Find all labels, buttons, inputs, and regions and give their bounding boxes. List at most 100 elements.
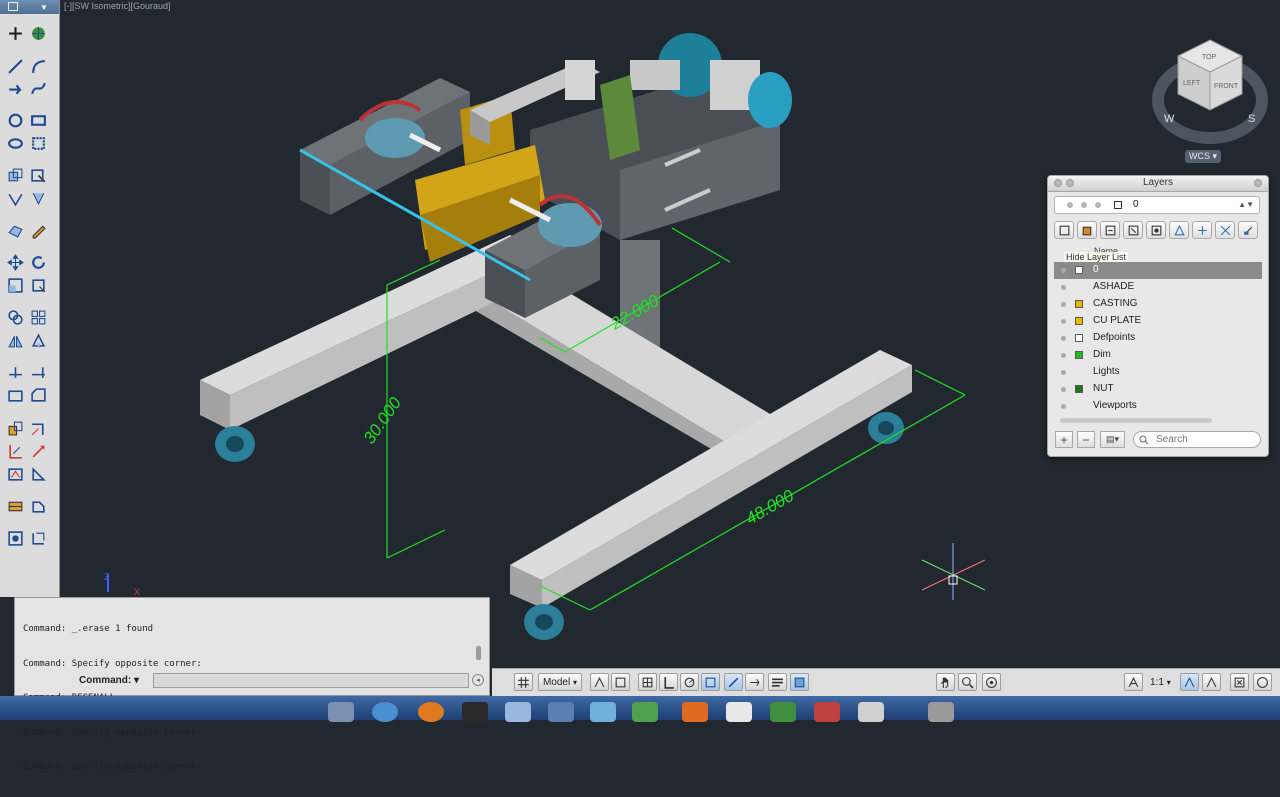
layer-status-icon[interactable] bbox=[1061, 285, 1066, 290]
ellipse-tool-icon[interactable] bbox=[5, 133, 25, 153]
move-tool-icon[interactable] bbox=[5, 252, 25, 272]
layer-states-icon[interactable] bbox=[1054, 221, 1074, 239]
spline-tool-icon[interactable] bbox=[28, 78, 48, 98]
mirror-tool-icon[interactable] bbox=[5, 330, 25, 350]
polar-tracking-icon[interactable] bbox=[680, 673, 699, 691]
mtext-tool-icon[interactable] bbox=[28, 496, 48, 516]
viewcube-left-face[interactable]: LEFT bbox=[1183, 80, 1201, 87]
layers-titlebar[interactable]: Layers bbox=[1048, 176, 1268, 192]
set-current-icon[interactable] bbox=[1077, 221, 1097, 239]
snap-tracking-icon[interactable] bbox=[724, 673, 743, 691]
command-input[interactable] bbox=[153, 673, 469, 688]
stretch-tool-icon[interactable] bbox=[28, 275, 48, 295]
layer-color-swatch[interactable] bbox=[1075, 351, 1083, 359]
new-layer-button[interactable]: + bbox=[1055, 431, 1073, 448]
rotate-tool-icon[interactable] bbox=[28, 252, 48, 272]
radius-dim-icon[interactable] bbox=[28, 464, 48, 484]
layer-options-button[interactable]: ▤▾ bbox=[1100, 431, 1125, 448]
compass-west[interactable]: W bbox=[1164, 113, 1175, 125]
safari-dock-icon[interactable] bbox=[372, 702, 398, 722]
delete-layer-button[interactable]: − bbox=[1077, 431, 1095, 448]
snap-icon[interactable] bbox=[590, 673, 609, 691]
layer-status-icon[interactable] bbox=[1061, 387, 1066, 392]
command-options-icon[interactable]: ◂ bbox=[472, 674, 484, 686]
layer-row[interactable]: Defpoints bbox=[1054, 330, 1262, 347]
viewcube[interactable]: TOP LEFT FRONT W S bbox=[1150, 30, 1270, 170]
match-properties-icon[interactable] bbox=[28, 528, 48, 548]
layer-match-icon[interactable] bbox=[1100, 221, 1120, 239]
globe-tool-icon[interactable] bbox=[28, 23, 48, 43]
movie-dock-icon[interactable] bbox=[462, 702, 488, 722]
preview-dock-icon[interactable] bbox=[505, 702, 531, 722]
app-dock-icon[interactable] bbox=[632, 702, 658, 722]
lineweight-icon[interactable] bbox=[768, 673, 787, 691]
fillet-tool-icon[interactable] bbox=[28, 418, 48, 438]
line-tool-icon[interactable] bbox=[5, 56, 25, 76]
layer-lock-tool-icon[interactable] bbox=[1238, 221, 1258, 239]
rectangle-tool-icon[interactable] bbox=[28, 110, 48, 130]
chamfer-tool-icon[interactable] bbox=[28, 385, 48, 405]
point-tool-icon[interactable] bbox=[5, 23, 25, 43]
polygon-tool-icon[interactable] bbox=[28, 133, 48, 153]
clean-screen-icon[interactable] bbox=[1230, 673, 1249, 691]
annotation-scale-icon[interactable] bbox=[1124, 673, 1143, 691]
layer-status-icon[interactable] bbox=[1061, 336, 1066, 341]
wcs-menu[interactable]: WCS ▾ bbox=[1185, 150, 1222, 163]
layer-list-scrollbar[interactable] bbox=[1060, 418, 1212, 423]
gradient-tool-icon[interactable] bbox=[28, 188, 48, 208]
viewcube-front-face[interactable]: FRONT bbox=[1214, 83, 1239, 90]
app-dock-icon[interactable] bbox=[858, 702, 884, 722]
layer-row[interactable]: Viewports bbox=[1054, 398, 1262, 415]
layer-row[interactable]: 0 bbox=[1054, 262, 1262, 279]
properties-tool-icon[interactable] bbox=[5, 528, 25, 548]
scale-tool-icon[interactable] bbox=[5, 275, 25, 295]
command-history-scrollbar[interactable] bbox=[476, 646, 481, 660]
object-snap-icon[interactable] bbox=[701, 673, 720, 691]
people-dock-icon[interactable] bbox=[590, 702, 616, 722]
angular-dim-icon[interactable] bbox=[5, 464, 25, 484]
firefox-dock-icon[interactable] bbox=[418, 702, 444, 722]
layer-status-icon[interactable] bbox=[1061, 319, 1066, 324]
annotation-visibility-icon[interactable] bbox=[1180, 673, 1199, 691]
palette-dropdown-icon[interactable]: ▼ bbox=[40, 3, 48, 12]
layer-row[interactable]: CASTING bbox=[1054, 296, 1262, 313]
join-tool-icon[interactable] bbox=[5, 418, 25, 438]
layer-row[interactable]: CU PLATE bbox=[1054, 313, 1262, 330]
polyline-tool-icon[interactable] bbox=[5, 78, 25, 98]
command-prompt[interactable]: Command: ▾ bbox=[79, 675, 139, 686]
orbit-icon[interactable] bbox=[982, 673, 1001, 691]
finder-dock-icon[interactable] bbox=[328, 702, 354, 722]
layer-freeze-tool-icon[interactable] bbox=[1215, 221, 1235, 239]
layer-color-swatch[interactable] bbox=[1075, 266, 1083, 274]
table-tool-icon[interactable] bbox=[5, 496, 25, 516]
pencil-tool-icon[interactable] bbox=[28, 220, 48, 240]
layer-status-icon[interactable] bbox=[1061, 268, 1066, 273]
zoom-icon[interactable] bbox=[1254, 179, 1262, 187]
app-dock-icon[interactable] bbox=[682, 702, 708, 722]
arc-tool-icon[interactable] bbox=[28, 56, 48, 76]
break-tool-icon[interactable] bbox=[5, 385, 25, 405]
zoom-icon[interactable] bbox=[958, 673, 977, 691]
array-tool-icon[interactable] bbox=[28, 307, 48, 327]
layer-color-swatch[interactable] bbox=[1075, 317, 1083, 325]
dynamic-ucs-icon[interactable] bbox=[745, 673, 764, 691]
hatch-tool-icon[interactable] bbox=[5, 188, 25, 208]
layer-status-icon[interactable] bbox=[1061, 370, 1066, 375]
copy-tool-icon[interactable] bbox=[5, 307, 25, 327]
dimension-tool-icon[interactable] bbox=[5, 441, 25, 461]
layer-status-icon[interactable] bbox=[1061, 404, 1066, 409]
layer-status-icon[interactable] bbox=[1061, 353, 1066, 358]
layer-off-icon[interactable] bbox=[1192, 221, 1212, 239]
layer-status-icon[interactable] bbox=[1061, 302, 1066, 307]
textedit-dock-icon[interactable] bbox=[726, 702, 752, 722]
trash-dock-icon[interactable] bbox=[928, 702, 954, 722]
layer-color-swatch[interactable] bbox=[1075, 334, 1083, 342]
app-dock-icon[interactable] bbox=[770, 702, 796, 722]
autocad-dock-icon[interactable] bbox=[814, 702, 840, 722]
status-options-icon[interactable] bbox=[1253, 673, 1272, 691]
viewcube-top-face[interactable]: TOP bbox=[1202, 54, 1217, 61]
layer-row[interactable]: Dim bbox=[1054, 347, 1262, 364]
auto-scale-icon[interactable] bbox=[1202, 673, 1221, 691]
layer-color-swatch[interactable] bbox=[1075, 385, 1083, 393]
layer-row[interactable]: ASHADE bbox=[1054, 279, 1262, 296]
